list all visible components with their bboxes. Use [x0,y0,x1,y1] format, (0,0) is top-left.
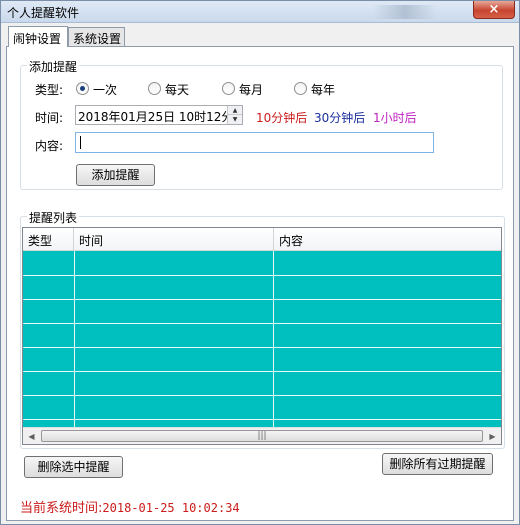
add-reminder-button[interactable]: 添加提醒 [76,164,155,186]
content-label: 内容: [35,139,64,153]
grid-row-divider [23,395,501,396]
delete-selected-button[interactable]: 删除选中提醒 [24,456,123,478]
radio-yearly-label[interactable]: 每年 [311,81,335,98]
grid-row-divider [23,419,501,420]
quick-10-min-link[interactable]: 10分钟后 [256,109,307,126]
content-input[interactable] [75,132,434,153]
grid-row-divider [23,323,501,324]
system-time-label: 当前系统时间: [20,501,103,516]
radio-monthly[interactable] [222,82,235,95]
system-time-status: 当前系统时间:2018-01-25 10:02:34 [20,497,240,516]
datetime-value: 2018年01月25日 10时12分 [78,110,234,124]
spin-up-icon[interactable]: ▲ [228,106,242,115]
spin-down-icon[interactable]: ▼ [228,115,242,124]
title-bar[interactable]: 个人提醒软件 × [1,1,519,23]
quick-30-min-link[interactable]: 30分钟后 [314,109,365,126]
reminder-list-group-title: 提醒列表 [27,209,80,226]
grid-row-divider [23,371,501,372]
add-reminder-group-title: 添加提醒 [27,58,80,75]
tab-alarm-settings[interactable]: 闹钟设置 [8,26,68,47]
radio-once-label[interactable]: 一次 [93,81,117,98]
grid-row-divider [23,347,501,348]
quick-1-hour-link[interactable]: 1小时后 [373,109,417,126]
grid-column-divider [74,251,75,427]
radio-daily[interactable] [148,82,161,95]
scrollbar-thumb[interactable]: ||| [41,430,483,442]
scroll-left-icon[interactable]: ◀ [23,428,40,444]
grid-header: 类型 时间 内容 [23,228,501,251]
column-header-type[interactable]: 类型 [23,228,74,251]
horizontal-scrollbar[interactable]: ◀ ||| ▶ [23,427,501,444]
title-bar-decoration [373,5,437,19]
radio-once[interactable] [76,82,89,95]
scroll-right-icon[interactable]: ▶ [484,428,501,444]
app-window: 个人提醒软件 × 闹钟设置 系统设置 添加提醒 类型: 一次 每天 每月 每年 … [0,0,520,525]
datetime-spinner[interactable]: ▲ ▼ [227,106,242,124]
grid-row-divider [23,275,501,276]
type-label: 类型: [35,83,64,97]
reminder-grid[interactable]: 类型 时间 内容 ◀ ||| ▶ [22,227,502,445]
grid-row-divider [23,299,501,300]
radio-daily-label[interactable]: 每天 [165,81,189,98]
grid-column-divider [273,251,274,427]
time-label: 时间: [35,111,64,125]
column-header-time[interactable]: 时间 [74,228,274,251]
delete-expired-button[interactable]: 删除所有过期提醒 [382,453,493,475]
datetime-picker[interactable]: 2018年01月25日 10时12分 ▲ ▼ [75,105,243,125]
window-title: 个人提醒软件 [7,6,80,20]
tab-system-settings[interactable]: 系统设置 [68,27,125,47]
radio-yearly[interactable] [294,82,307,95]
text-caret [80,136,81,149]
close-button[interactable]: × [473,1,515,19]
system-time-value: 2018-01-25 10:02:34 [102,501,240,515]
radio-monthly-label[interactable]: 每月 [239,81,263,98]
column-header-content[interactable]: 内容 [274,228,501,251]
